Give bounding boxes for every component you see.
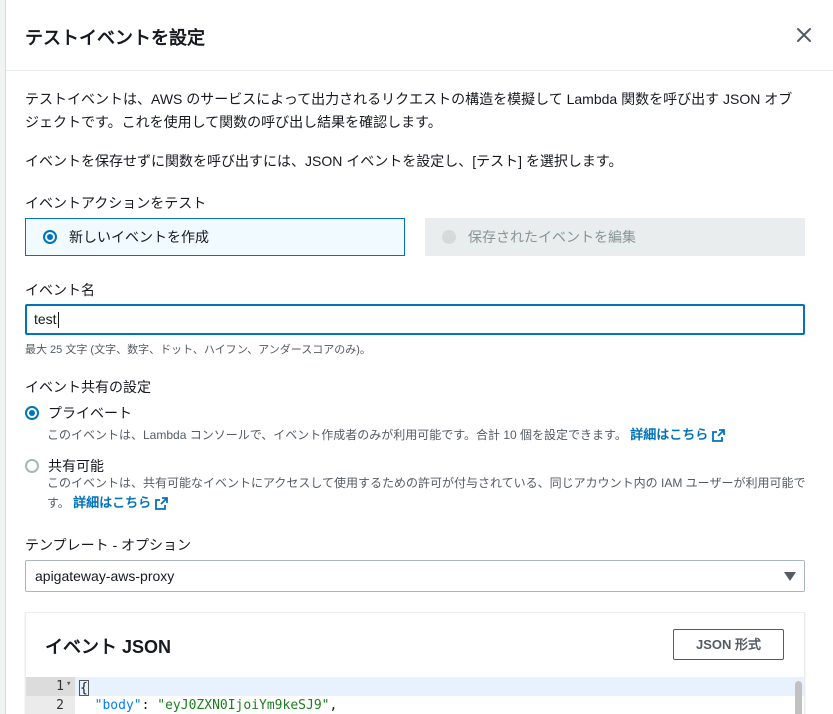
text-cursor [57, 312, 59, 329]
sharing-settings-label: イベント共有の設定 [25, 379, 151, 395]
create-new-event-label: 新しいイベントを作成 [69, 229, 209, 245]
event-name-label: イベント名 [25, 282, 95, 298]
template-select[interactable]: apigateway-aws-proxy [25, 560, 805, 592]
radio-disabled-icon [442, 230, 456, 244]
configure-test-event-modal: テストイベントを設定 テストイベントは、AWS のサービスによって出力されるリク… [6, 0, 833, 714]
template-selected-value: apigateway-aws-proxy [35, 568, 175, 584]
event-name-input[interactable]: test [25, 304, 805, 335]
code-text: "body": "eyJ0ZXN0IjoiYm9keSJ9", [79, 698, 338, 713]
radio-selected-icon [25, 406, 39, 420]
json-format-button[interactable]: JSON 形式 [673, 629, 784, 660]
event-json-title: イベント JSON [45, 637, 172, 657]
json-string: "eyJ0ZXN0IjoiYm9keSJ9" [157, 698, 330, 713]
caret-down-icon [784, 572, 796, 581]
json-key: "body" [94, 698, 142, 713]
radio-unselected-icon [25, 459, 39, 473]
line-number: 2 [56, 698, 64, 713]
event-action-label: イベントアクションをテスト [25, 195, 207, 211]
radio-selected-icon [43, 230, 57, 244]
json-separator: : [141, 698, 158, 713]
private-option-label: プライベート [48, 405, 132, 421]
external-link-icon [155, 497, 169, 510]
template-label: テンプレート - オプション [25, 537, 192, 553]
line-number: 1 [56, 679, 64, 694]
private-option-description: このイベントは、Lambda コンソールで、イベント作成者のみが利用可能です。合… [47, 425, 807, 445]
modal-header: テストイベントを設定 [6, 0, 833, 71]
edit-saved-event-label: 保存されたイベントを編集 [468, 229, 636, 245]
fold-toggle-icon[interactable]: ▾ [66, 679, 71, 689]
shareable-option-description: このイベントは、共有可能なイベントにアクセスして使用するための許可が付与されてい… [47, 473, 807, 513]
bracket-highlight: { [79, 680, 89, 696]
event-name-hint: 最大 25 文字 (文字、数字、ドット、ハイフン、アンダースコアのみ)。 [25, 344, 371, 356]
external-link-icon [712, 429, 726, 442]
shareable-learn-more-link[interactable]: 詳細はこちら [73, 495, 169, 510]
intro-description: テストイベントは、AWS のサービスによって出力されるリクエストの構造を模擬して… [25, 91, 793, 130]
event-json-panel: イベント JSON JSON 形式 1 ▾ { 2 "body": "eyJ0Z… [25, 612, 805, 714]
shareable-learn-more-text: 詳細はこちら [73, 495, 152, 510]
create-new-event-option[interactable]: 新しいイベントを作成 [25, 218, 405, 256]
code-text: { [79, 679, 89, 696]
code-line: 2 "body": "eyJ0ZXN0IjoiYm9keSJ9", [26, 696, 804, 714]
event-name-value: test [34, 311, 57, 327]
intro-instruction: イベントを保存せずに関数を呼び出すには、JSON イベントを設定し、[テスト] … [25, 153, 623, 169]
private-learn-more-text: 詳細はこちら [630, 427, 709, 442]
code-line: 1 ▾ { [26, 677, 804, 696]
json-comma: , [329, 698, 338, 713]
editor-scrollbar[interactable] [795, 681, 802, 714]
private-description-text: このイベントは、Lambda コンソールで、イベント作成者のみが利用可能です。合… [47, 428, 627, 442]
close-icon[interactable] [793, 24, 815, 46]
json-code-editor[interactable]: 1 ▾ { 2 "body": "eyJ0ZXN0IjoiYm9keSJ9", [26, 677, 804, 714]
modal-title: テストイベントを設定 [25, 28, 205, 48]
edit-saved-event-option: 保存されたイベントを編集 [425, 218, 805, 256]
private-option[interactable]: プライベート [25, 403, 132, 423]
private-learn-more-link[interactable]: 詳細はこちら [630, 427, 726, 442]
